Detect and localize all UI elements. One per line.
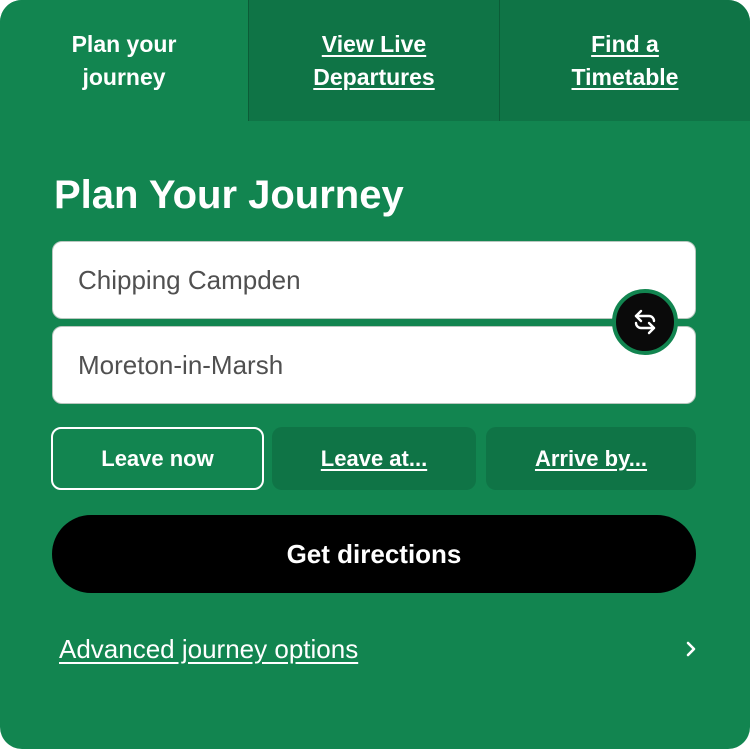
- advanced-options-label: Advanced journey options: [59, 633, 359, 664]
- leave-now-button[interactable]: Leave now: [51, 427, 264, 490]
- leave-at-label: Leave at...: [320, 445, 428, 471]
- tab-bar: Plan your journey View Live Departures F…: [0, 0, 750, 121]
- tab-label: Plan your journey: [71, 30, 177, 90]
- page-title: Plan Your Journey: [54, 173, 404, 217]
- get-directions-button[interactable]: Get directions: [52, 515, 696, 593]
- journey-planner-widget: Plan your journey View Live Departures F…: [0, 0, 750, 749]
- get-directions-label: Get directions: [286, 538, 462, 569]
- to-value: Moreton-in-Marsh: [78, 349, 284, 380]
- tab-label: View Live Departures: [313, 30, 435, 90]
- leave-at-button[interactable]: Leave at...: [272, 427, 476, 490]
- chevron-right-icon: [683, 641, 699, 657]
- from-value: Chipping Campden: [78, 264, 301, 295]
- swap-arrows-icon: [634, 309, 656, 335]
- from-input[interactable]: Chipping Campden: [52, 241, 696, 319]
- swap-locations-button[interactable]: [612, 289, 678, 355]
- leave-now-label: Leave now: [101, 445, 214, 471]
- tab-find-timetable[interactable]: Find a Timetable: [499, 0, 750, 121]
- tab-label: Find a Timetable: [571, 30, 679, 90]
- tab-live-departures[interactable]: View Live Departures: [248, 0, 499, 121]
- arrive-by-label: Arrive by...: [534, 445, 648, 471]
- tab-plan-journey[interactable]: Plan your journey: [0, 0, 248, 121]
- advanced-options-link[interactable]: Advanced journey options: [59, 630, 699, 668]
- to-input[interactable]: Moreton-in-Marsh: [52, 326, 696, 404]
- arrive-by-button[interactable]: Arrive by...: [486, 427, 696, 490]
